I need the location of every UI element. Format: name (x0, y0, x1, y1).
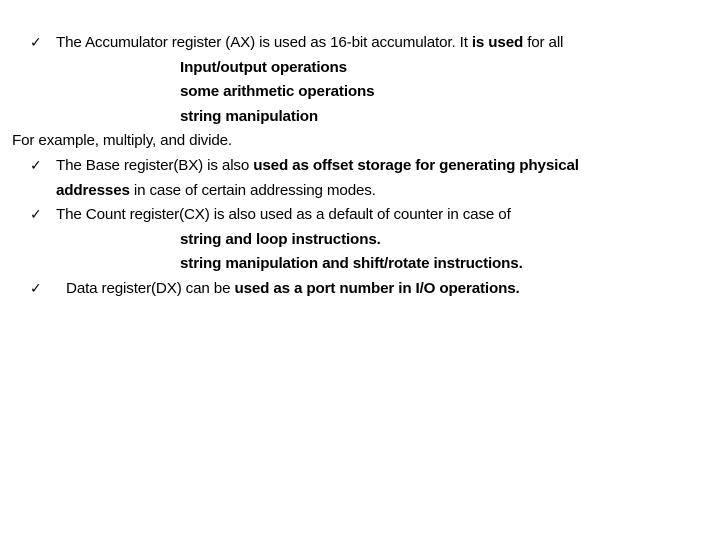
bullet-item-bx: ✓ The Base register(BX) is also used as o… (0, 154, 720, 179)
bullet-item-dx: ✓ Data register(DX) can be used as a port… (0, 277, 720, 302)
bullet-item-ax: ✓ The Accumulator register (AX) is used a… (0, 31, 720, 56)
text-line-cx-1: string and loop instructions. (0, 228, 720, 253)
text-run: some arithmetic operations (180, 83, 375, 101)
text-run: is used (471, 34, 524, 51)
checkmark-bullet: ✓ (30, 35, 42, 51)
text-line-ax-1: Input/output operations (0, 56, 720, 81)
text-line-ax-4: For example, multiply, and divide. (0, 129, 720, 154)
text-run: Data register(DX) can be (66, 279, 235, 297)
slide-body-text: ✓ The Accumulator register (AX) is used a… (0, 31, 720, 302)
text-line-bx-1: addresses in case of certain addressing … (0, 179, 720, 204)
text-run: The Count register(CX) is also used as a… (56, 206, 511, 224)
text-line-ax-3: string manipulation (0, 105, 720, 130)
checkmark-bullet: ✓ (30, 207, 42, 224)
text-run: The Base register(BX) is also (56, 156, 254, 174)
text-run: used as a port number in I/O operations. (234, 279, 520, 297)
text-run: addresses (56, 181, 130, 199)
text-run: for all (523, 34, 564, 51)
text-line-cx-2: string manipulation and shift/rotate ins… (0, 252, 720, 277)
text-run: string manipulation and shift/rotate ins… (180, 255, 523, 273)
text-run: string and loop instructions. (180, 230, 381, 248)
bullet-item-cx: ✓ The Count register(CX) is also used as … (0, 203, 720, 228)
text-line-ax-2: some arithmetic operations (0, 80, 720, 105)
slide-canvas: ✓ The Accumulator register (AX) is used a… (0, 0, 720, 540)
text-run: in case of certain addressing modes. (129, 181, 376, 199)
text-run: used as offset storage for generating ph… (253, 156, 579, 174)
text-run: string manipulation (180, 107, 319, 125)
text-run: For example, multiply, and divide. (12, 132, 232, 150)
checkmark-bullet: ✓ (30, 280, 42, 297)
text-run: Input/output operations (180, 58, 347, 76)
text-run: The Accumulator register (AX) is used as… (56, 34, 472, 51)
checkmark-bullet: ✓ (30, 157, 42, 174)
